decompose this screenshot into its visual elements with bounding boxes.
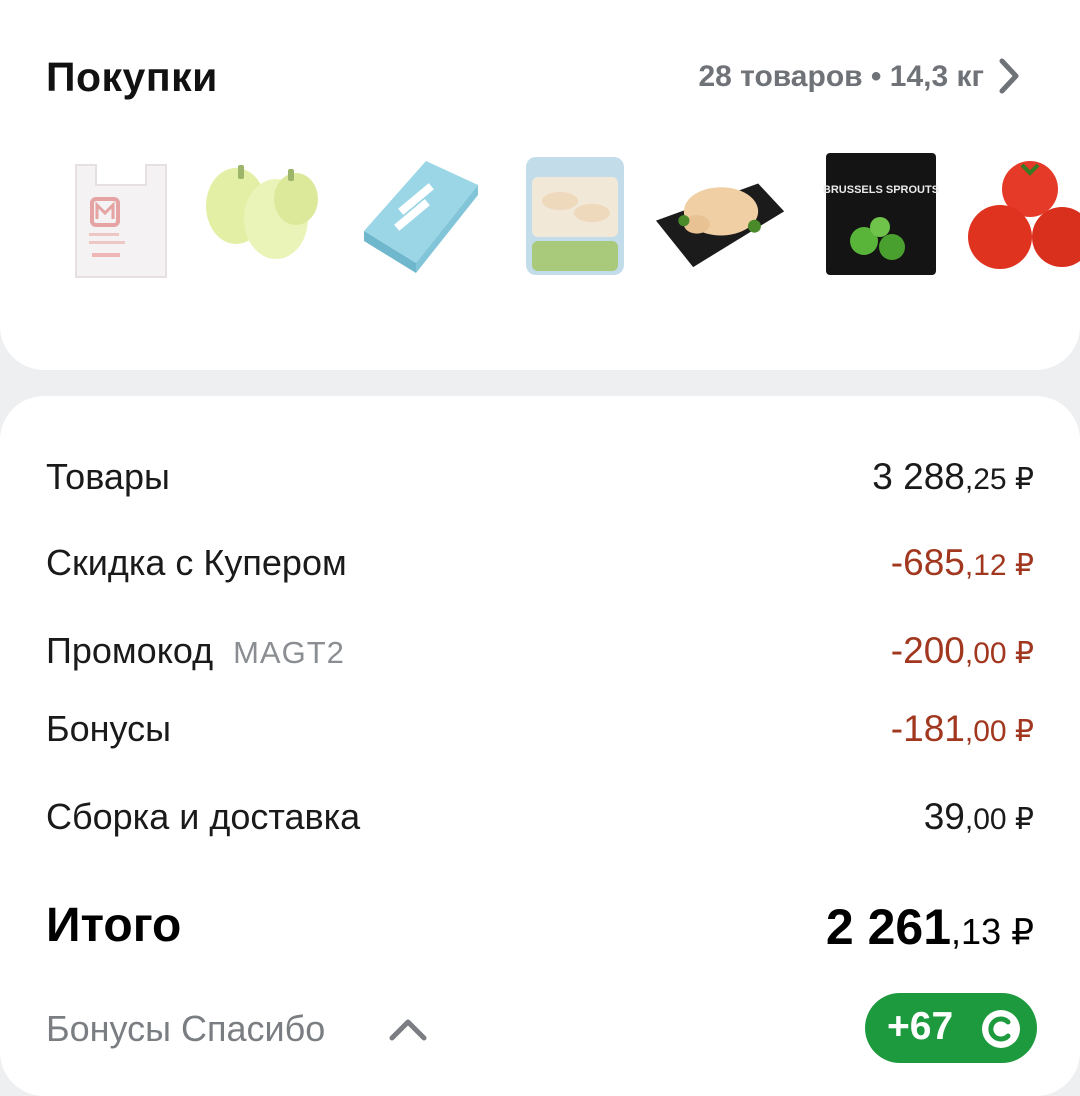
promo-amount: -200,00 ₽	[891, 630, 1034, 672]
promo-amount-int: -200	[890, 630, 965, 671]
purchases-card[interactable]: Покупки 28 товаров • 14,3 кг BRUSSELS SP…	[0, 0, 1080, 370]
promo-code: MAGT2	[233, 635, 345, 670]
discount-amount-int: -685	[890, 542, 965, 583]
summary-row-bonuses: Бонусы -181,00 ₽	[46, 708, 1034, 758]
discount-amount-dec: ,12 ₽	[964, 549, 1034, 582]
promo-amount-dec: ,00 ₽	[964, 637, 1034, 670]
promo-label: Промокод MAGT2	[46, 630, 345, 672]
total-amount-int: 2 261	[825, 899, 952, 955]
summary-row-discount: Скидка с Купером -685,12 ₽	[46, 542, 1034, 592]
brussels-sprouts-text: BRUSSELS SPROUTS	[823, 184, 939, 196]
discount-label: Скидка с Купером	[46, 542, 347, 583]
summary-row-goods: Товары 3 288,25 ₽	[46, 456, 1034, 506]
bonuses-amount-dec: ,00 ₽	[964, 715, 1034, 748]
spasibo-coin-icon	[982, 1010, 1020, 1048]
total-amount-dec: ,13 ₽	[951, 911, 1034, 952]
brussels-sprouts-pack-icon: BRUSSELS SPROUTS	[823, 153, 939, 275]
magnit-bag-icon	[75, 164, 167, 278]
delivery-amount: 39,00 ₽	[924, 796, 1034, 838]
plombir-icecream-icon	[364, 161, 478, 273]
product-thumbnails[interactable]: BRUSSELS SPROUTS	[0, 151, 1080, 291]
bonuses-label: Бонусы	[46, 708, 171, 749]
discount-amount: -685,12 ₽	[891, 542, 1034, 584]
goods-amount: 3 288,25 ₽	[872, 456, 1034, 498]
promo-label-text: Промокод	[46, 630, 214, 671]
spasibo-bonus-badge: +67	[865, 993, 1037, 1063]
delivery-amount-int: 39	[923, 796, 965, 837]
delivery-label: Сборка и доставка	[46, 796, 361, 837]
bonuses-amount: -181,00 ₽	[891, 708, 1034, 750]
total-amount: 2 261,13 ₽	[826, 898, 1034, 956]
whole-chicken-icon	[656, 183, 785, 268]
yellow-peppers-icon	[206, 165, 318, 259]
goods-label: Товары	[46, 456, 170, 497]
chevron-up-icon[interactable]	[386, 1014, 430, 1044]
purchases-title: Покупки	[46, 54, 218, 100]
spasibo-bonus-label[interactable]: Бонусы Спасибо	[46, 1008, 325, 1050]
chevron-right-icon[interactable]	[994, 56, 1024, 96]
spasibo-bonus-value: +67	[887, 1005, 954, 1048]
total-label: Итого	[46, 899, 182, 952]
tomatoes-icon	[968, 161, 1080, 269]
summary-row-total: Итого 2 261,13 ₽	[46, 898, 1034, 958]
delivery-amount-dec: ,00 ₽	[964, 803, 1034, 836]
goods-amount-int: 3 288	[872, 456, 965, 497]
summary-row-promo: Промокод MAGT2 -200,00 ₽	[46, 630, 1034, 680]
purchases-summary[interactable]: 28 товаров • 14,3 кг	[698, 60, 984, 94]
summary-row-delivery: Сборка и доставка 39,00 ₽	[46, 796, 1034, 846]
bonuses-amount-int: -181	[890, 708, 965, 749]
chicken-legs-pack-icon	[526, 157, 624, 275]
goods-amount-dec: ,25 ₽	[964, 463, 1034, 496]
